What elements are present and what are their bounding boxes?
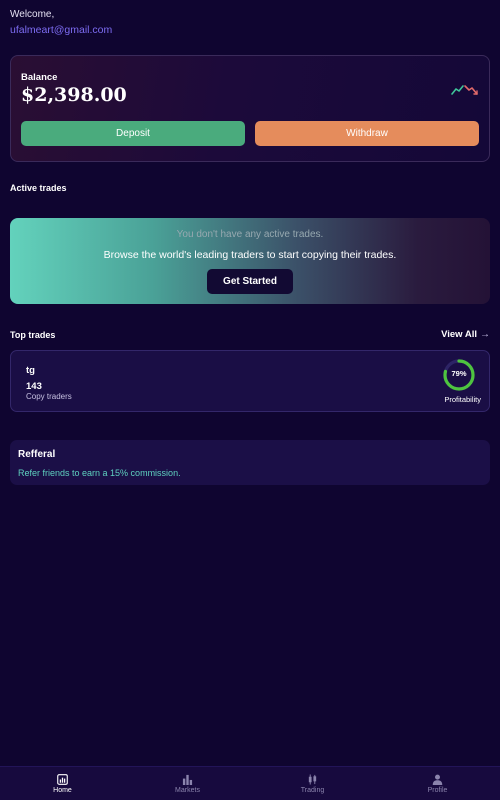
active-trades-empty-card: You don't have any active trades. Browse… <box>10 218 490 304</box>
withdraw-button[interactable]: Withdraw <box>255 121 479 146</box>
copy-trader-count: 143 <box>26 381 42 392</box>
empty-message: You don't have any active trades. <box>176 229 324 240</box>
balance-label: Balance <box>21 72 58 83</box>
user-email: ufalmeart@gmail.com <box>10 24 113 36</box>
arrow-right-icon: → <box>480 329 490 340</box>
tab-markets[interactable]: Markets <box>125 767 250 800</box>
referral-card[interactable]: Refferal Refer friends to earn a 15% com… <box>10 440 490 485</box>
user-icon <box>432 774 443 785</box>
deposit-button[interactable]: Deposit <box>21 121 245 146</box>
referral-text: Refer friends to earn a 15% commission. <box>18 468 181 478</box>
trend-up-down-icon <box>451 85 478 95</box>
tab-markets-label: Markets <box>175 786 200 794</box>
welcome-text: Welcome, <box>10 9 55 20</box>
trader-card[interactable]: tg 143 Copy traders 79% Profitability <box>10 350 490 412</box>
balance-value: $2,398.00 <box>21 84 127 106</box>
active-trades-title: Active trades <box>10 183 67 193</box>
trader-name: tg <box>26 365 35 376</box>
referral-title: Refferal <box>18 449 56 460</box>
bottom-tab-bar: Home Markets Trading Profile <box>0 766 500 800</box>
profitability-value: 79% <box>451 369 467 378</box>
cta-message: Browse the world's leading traders to st… <box>103 249 397 261</box>
candlestick-icon <box>308 773 317 785</box>
home-chart-icon <box>57 773 68 785</box>
bar-chart-icon <box>182 774 193 785</box>
tab-trading[interactable]: Trading <box>250 767 375 800</box>
profitability-label: Profitability <box>444 395 481 404</box>
balance-card: Balance $2,398.00 Deposit Withdraw <box>10 55 490 162</box>
view-all-label: View All <box>441 329 477 340</box>
tab-trading-label: Trading <box>300 786 325 794</box>
tab-profile-label: Profile <box>427 786 448 794</box>
profitability-ring: 79% <box>442 358 476 392</box>
view-all-link[interactable]: View All → <box>441 329 490 340</box>
tab-home[interactable]: Home <box>0 767 125 800</box>
get-started-button[interactable]: Get Started <box>207 269 293 294</box>
copy-traders-label: Copy traders <box>26 392 72 401</box>
tab-profile[interactable]: Profile <box>375 767 500 800</box>
tab-home-label: Home <box>53 786 72 794</box>
top-trades-title: Top trades <box>10 330 56 340</box>
